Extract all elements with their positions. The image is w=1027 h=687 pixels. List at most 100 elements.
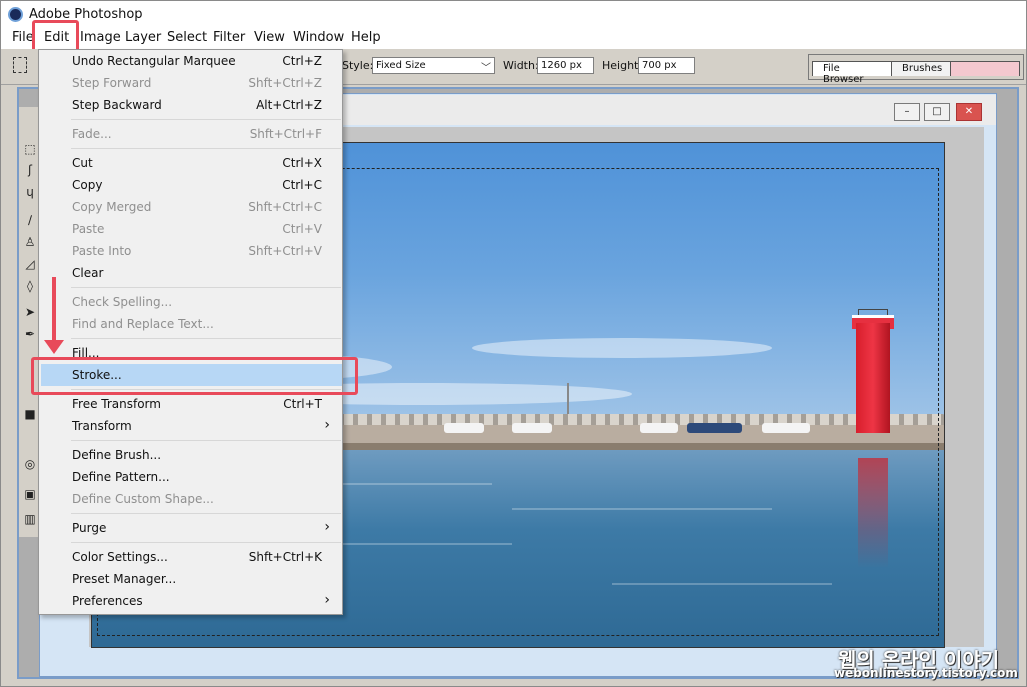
menu-item-clear[interactable]: Clear [39,262,342,284]
menu-item-label: Step Backward [72,98,162,112]
stroke-annotation-box [31,357,358,395]
menu-item-shortcut: Shft+Ctrl+C [248,200,322,214]
menu-item-label: Undo Rectangular Marquee [72,54,236,68]
menu-item-shortcut: Ctrl+C [282,178,322,192]
menu-separator [71,513,341,514]
style-label: Style: [342,59,374,72]
crop-tool-icon[interactable]: ɥ [23,185,37,199]
menu-item-label: Clear [72,266,104,280]
height-label: Height: [602,59,643,72]
chevron-down-icon: ﹀ [481,63,491,74]
stamp-tool-icon[interactable]: ♙ [23,235,37,249]
menu-item-label: Define Custom Shape... [72,492,214,506]
menu-item-purge[interactable]: Purge › [39,517,342,539]
menu-item-step-backward[interactable]: Step Backward Alt+Ctrl+Z [39,94,342,116]
menu-item-preferences[interactable]: Preferences › [39,590,342,612]
menu-item-find-replace: Find and Replace Text... [39,313,342,335]
eraser-tool-icon[interactable]: ◿ [23,257,37,271]
menu-file[interactable]: File [12,30,34,45]
menu-item-preset-manager[interactable]: Preset Manager... [39,568,342,590]
menu-item-label: Free Transform [72,397,161,411]
menu-item-label: Cut [72,156,93,170]
menu-item-shortcut: Ctrl+V [282,222,322,236]
menu-help[interactable]: Help [351,30,381,45]
menu-item-shortcut: Ctrl+Z [282,54,322,68]
menu-item-paste-into: Paste Into Shft+Ctrl+V [39,240,342,262]
menu-item-label: Define Pattern... [72,470,170,484]
menu-view[interactable]: View [254,30,285,45]
annotation-arrow-shaft [52,277,56,342]
menu-separator [71,542,341,543]
menu-item-color-settings[interactable]: Color Settings... Shft+Ctrl+K [39,546,342,568]
menu-item-shortcut: Shft+Ctrl+V [248,244,322,258]
blur-tool-icon[interactable]: ◊ [23,279,37,293]
menu-layer[interactable]: Layer [125,30,161,45]
watermark-url: webonlinestory.tistory.com [834,666,1018,680]
menu-select[interactable]: Select [167,30,207,45]
menu-item-label: Paste Into [72,244,132,258]
menu-item-free-transform[interactable]: Free Transform Ctrl+T [39,393,342,415]
submenu-arrow-icon: › [324,417,330,433]
palette-well-empty-tab [950,61,1020,76]
maximize-icon[interactable]: □ [924,103,950,121]
menu-item-shortcut: Ctrl+T [283,397,322,411]
menu-item-check-spelling: Check Spelling... [39,291,342,313]
style-select[interactable]: Fixed Size ﹀ [372,57,495,74]
menu-image[interactable]: Image [80,30,121,45]
pen-tool-icon[interactable]: ✒ [23,327,37,341]
menu-item-label: Transform [72,419,132,433]
menu-separator [71,148,341,149]
menu-window[interactable]: Window [293,30,344,45]
screen-mode-icon[interactable]: ▣ [23,487,37,501]
menu-item-undo[interactable]: Undo Rectangular Marquee Ctrl+Z [39,50,342,72]
menu-item-shortcut: Shft+Ctrl+F [249,127,322,141]
menu-item-paste: Paste Ctrl+V [39,218,342,240]
lasso-tool-icon[interactable]: ʃ [23,163,37,177]
submenu-arrow-icon: › [324,592,330,608]
menu-item-define-custom-shape: Define Custom Shape... [39,488,342,510]
move-tool-icon[interactable]: ➤ [23,305,37,319]
menu-separator [71,440,341,441]
menu-item-label: Copy [72,178,103,192]
annotation-arrow-down-icon [44,340,64,354]
brush-tool-icon[interactable]: ∕ [23,213,37,227]
marquee-tool-icon[interactable]: ⬚ [23,142,37,156]
menu-item-label: Check Spelling... [72,295,173,309]
title-bar: Adobe Photoshop [1,1,1026,27]
menu-item-label: Paste [72,222,105,236]
width-field[interactable]: 1260 px [537,57,594,74]
menu-item-step-forward: Step Forward Shft+Ctrl+Z [39,72,342,94]
menu-item-label: Purge [72,521,107,535]
menu-item-shortcut: Ctrl+X [282,156,322,170]
menu-item-shortcut: Shft+Ctrl+Z [248,76,322,90]
menu-item-copy[interactable]: Copy Ctrl+C [39,174,342,196]
menu-item-label: Step Forward [72,76,152,90]
rectangular-marquee-icon[interactable] [13,57,27,73]
tab-brushes[interactable]: Brushes [891,61,951,76]
menu-item-label: Find and Replace Text... [72,317,214,331]
menu-item-label: Preferences [72,594,143,608]
minimize-icon[interactable]: – [894,103,920,121]
menu-item-define-brush[interactable]: Define Brush... [39,444,342,466]
menu-item-label: Copy Merged [72,200,152,214]
menu-item-cut[interactable]: Cut Ctrl+X [39,152,342,174]
menu-filter[interactable]: Filter [213,30,245,45]
edit-menu: Undo Rectangular Marquee Ctrl+Z Step For… [38,49,343,615]
quick-mask-icon[interactable]: ◎ [23,457,37,471]
submenu-arrow-icon: › [324,519,330,535]
menu-item-label: Color Settings... [72,550,168,564]
jump-to-icon[interactable]: ▥ [23,512,37,526]
foreground-color-icon[interactable]: ■ [23,407,37,421]
menu-separator [71,287,341,288]
style-select-value: Fixed Size [376,60,426,71]
tab-file-browser[interactable]: File Browser [812,61,892,85]
menu-item-label: Define Brush... [72,448,162,462]
menu-bar: File Edit Image Layer Select Filter View… [1,27,1026,76]
menu-item-label: Fade... [72,127,112,141]
close-icon[interactable]: ✕ [956,103,982,121]
menu-item-transform[interactable]: Transform › [39,415,342,437]
menu-separator [71,119,341,120]
photoshop-logo-icon [8,7,23,22]
menu-item-define-pattern[interactable]: Define Pattern... [39,466,342,488]
height-field[interactable]: 700 px [638,57,695,74]
